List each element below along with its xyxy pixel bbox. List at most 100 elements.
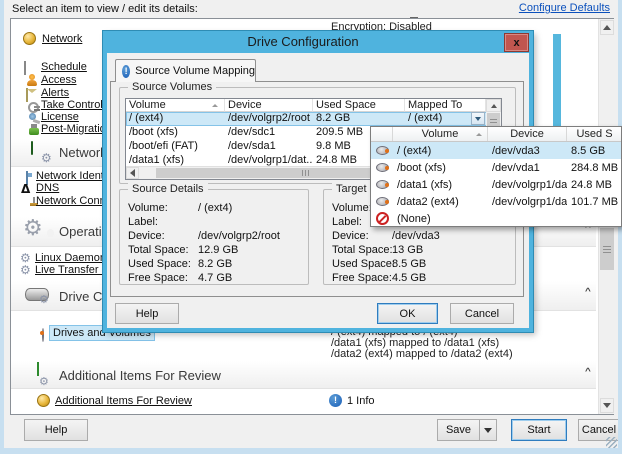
dialog-ok-button[interactable]: OK <box>377 303 438 324</box>
sort-asc-icon <box>212 104 218 107</box>
mapping-summary-line3: /data2 (ext4) mapped to /data2 (ext4) <box>331 348 513 360</box>
collapse-additional-section-icon[interactable]: ^ <box>585 368 591 377</box>
column-volume[interactable]: Volume <box>126 99 225 112</box>
save-dropdown-button[interactable] <box>479 420 496 440</box>
volume-disk-icon <box>376 197 389 206</box>
save-button[interactable]: Save <box>438 420 479 440</box>
volume-disk-icon <box>376 180 389 189</box>
sidebar-item-additional-items[interactable]: Additional Items For Review <box>55 395 192 407</box>
dropdown-sort-asc-icon <box>476 133 482 136</box>
dialog-cancel-button[interactable]: Cancel <box>450 303 514 324</box>
cell-mapped-to-combo[interactable]: / (ext4) <box>405 112 486 126</box>
field-label: Volume: <box>128 202 168 214</box>
collapse-drive-section-icon[interactable]: ^ <box>585 288 591 297</box>
dropdown-option-none[interactable]: (None) <box>371 210 621 227</box>
column-used-space[interactable]: Used Space <box>313 99 405 112</box>
table-scroll-up-icon <box>491 104 497 108</box>
target-device-value: /dev/vda3 <box>392 230 440 242</box>
field-label: Free Space: <box>128 272 188 284</box>
app-window: Select an item to view / edit its detail… <box>0 0 622 454</box>
combo-arrow-icon <box>475 117 481 121</box>
option-device: /dev/volgrp1/data <box>488 194 567 210</box>
tab-source-volume-mapping[interactable]: ! Source Volume Mapping <box>115 59 256 82</box>
dropdown-option-root[interactable]: / (ext4) /dev/vda3 8.5 GB <box>371 142 621 159</box>
sidebar-item-network[interactable]: Network <box>42 33 82 45</box>
sidebar-item-linux-daemons[interactable]: Linux Daemons <box>35 252 111 264</box>
field-label: Device: <box>332 230 369 242</box>
dropdown-column-used[interactable]: Used S <box>567 127 622 141</box>
review-gear-icon: ⚙ <box>39 376 49 387</box>
cell-used: 8.2 GB <box>313 112 405 126</box>
source-volumes-legend: Source Volumes <box>128 81 216 93</box>
review-list-icon <box>37 362 39 376</box>
help-button[interactable]: Help <box>24 419 88 441</box>
dialog-title: Drive Configuration <box>103 34 503 49</box>
column-mapped-to[interactable]: Mapped To <box>405 99 486 112</box>
target-total-value: 13 GB <box>392 244 423 256</box>
table-row-root[interactable]: / (ext4) /dev/volgrp2/root 8.2 GB / (ext… <box>126 112 501 126</box>
section-additional-items-label: Additional Items For Review <box>59 368 221 383</box>
scroll-up-button[interactable] <box>600 20 614 35</box>
cell-volume: /boot (xfs) <box>126 126 225 140</box>
dropdown-option-data2[interactable]: /data2 (ext4) /dev/volgrp1/data 101.7 MB <box>371 193 621 210</box>
source-volume-value: / (ext4) <box>198 202 232 214</box>
sidebar-item-access[interactable]: Access <box>41 74 76 86</box>
dropdown-option-boot[interactable]: /boot (xfs) /dev/vda1 284.8 MB <box>371 159 621 176</box>
option-volume: / (ext4) <box>393 143 488 159</box>
option-used: 24.8 MB <box>567 177 622 193</box>
sidebar-item-network-connections[interactable]: Network Conne <box>36 195 112 207</box>
target-free-value: 4.5 GB <box>392 272 426 284</box>
dropdown-column-volume[interactable]: Volume <box>393 127 488 141</box>
alerts-icon <box>26 88 28 102</box>
sidebar-item-license[interactable]: License <box>41 111 79 123</box>
start-button[interactable]: Start <box>511 419 567 441</box>
dropdown-option-data1[interactable]: /data1 (xfs) /dev/volgrp1/data 24.8 MB <box>371 176 621 193</box>
scroll-down-button[interactable] <box>600 398 614 413</box>
table-scroll-up-button[interactable] <box>486 99 501 112</box>
source-free-value: 4.7 GB <box>198 272 232 284</box>
dialog-help-button[interactable]: Help <box>115 303 179 324</box>
close-icon[interactable]: x <box>504 33 529 52</box>
configure-defaults-link[interactable]: Configure Defaults <box>519 2 610 14</box>
sidebar-item-live-transfer[interactable]: Live Transfer D <box>35 264 110 276</box>
option-volume: (None) <box>393 211 488 227</box>
sidebar-item-post-migration[interactable]: Post-Migration <box>41 123 112 135</box>
sidebar-item-network-identity[interactable]: Network Identi <box>36 170 106 182</box>
sidebar-item-take-control[interactable]: Take Control <box>41 99 103 111</box>
mapped-to-dropdown-button[interactable] <box>471 112 485 125</box>
network-card-gear-icon: ⚙ <box>41 152 52 164</box>
drive-gear-icon: ⚙ <box>39 294 49 305</box>
additional-items-icon <box>37 394 50 407</box>
table-scroll-left-button[interactable] <box>126 167 139 179</box>
schedule-icon <box>24 61 26 75</box>
dns-icon: Δ <box>21 183 30 195</box>
cell-device: /dev/sda1 <box>225 140 313 154</box>
field-label: Volume: <box>332 202 372 214</box>
column-device[interactable]: Device <box>225 99 313 112</box>
network-card-icon <box>31 141 33 155</box>
scroll-thumb[interactable] <box>600 228 614 270</box>
dropdown-icon-column <box>371 127 393 141</box>
table-hscroll-grip <box>302 170 311 176</box>
field-label: Label: <box>332 216 362 228</box>
sidebar-item-alerts[interactable]: Alerts <box>41 87 69 99</box>
table-vscroll-grip <box>490 119 497 125</box>
sidebar-item-dns[interactable]: DNS <box>36 182 59 194</box>
dropdown-column-device[interactable]: Device <box>488 127 567 141</box>
sidebar-item-schedule[interactable]: Schedule <box>41 61 87 73</box>
field-label: Free Space: <box>332 272 392 284</box>
option-device: /dev/vda1 <box>488 160 567 176</box>
source-details-group: Source Details Volume:/ (ext4) Label: De… <box>119 189 309 285</box>
resize-grip[interactable] <box>606 437 617 448</box>
table-scroll-left-icon <box>130 169 135 177</box>
volume-disk-icon <box>376 146 389 155</box>
target-used-value: 8.5 GB <box>392 258 426 270</box>
save-split-button[interactable]: Save <box>437 419 497 441</box>
background-accent-bar <box>553 34 561 129</box>
dropdown-header-row: Volume Device Used S <box>371 127 621 142</box>
option-volume: /data2 (ext4) <box>393 194 488 210</box>
none-prohibited-icon <box>376 212 389 225</box>
source-total-value: 12.9 GB <box>198 244 238 256</box>
source-device-value: /dev/volgrp2/root <box>198 230 280 242</box>
page-prompt: Select an item to view / edit its detail… <box>12 3 198 15</box>
